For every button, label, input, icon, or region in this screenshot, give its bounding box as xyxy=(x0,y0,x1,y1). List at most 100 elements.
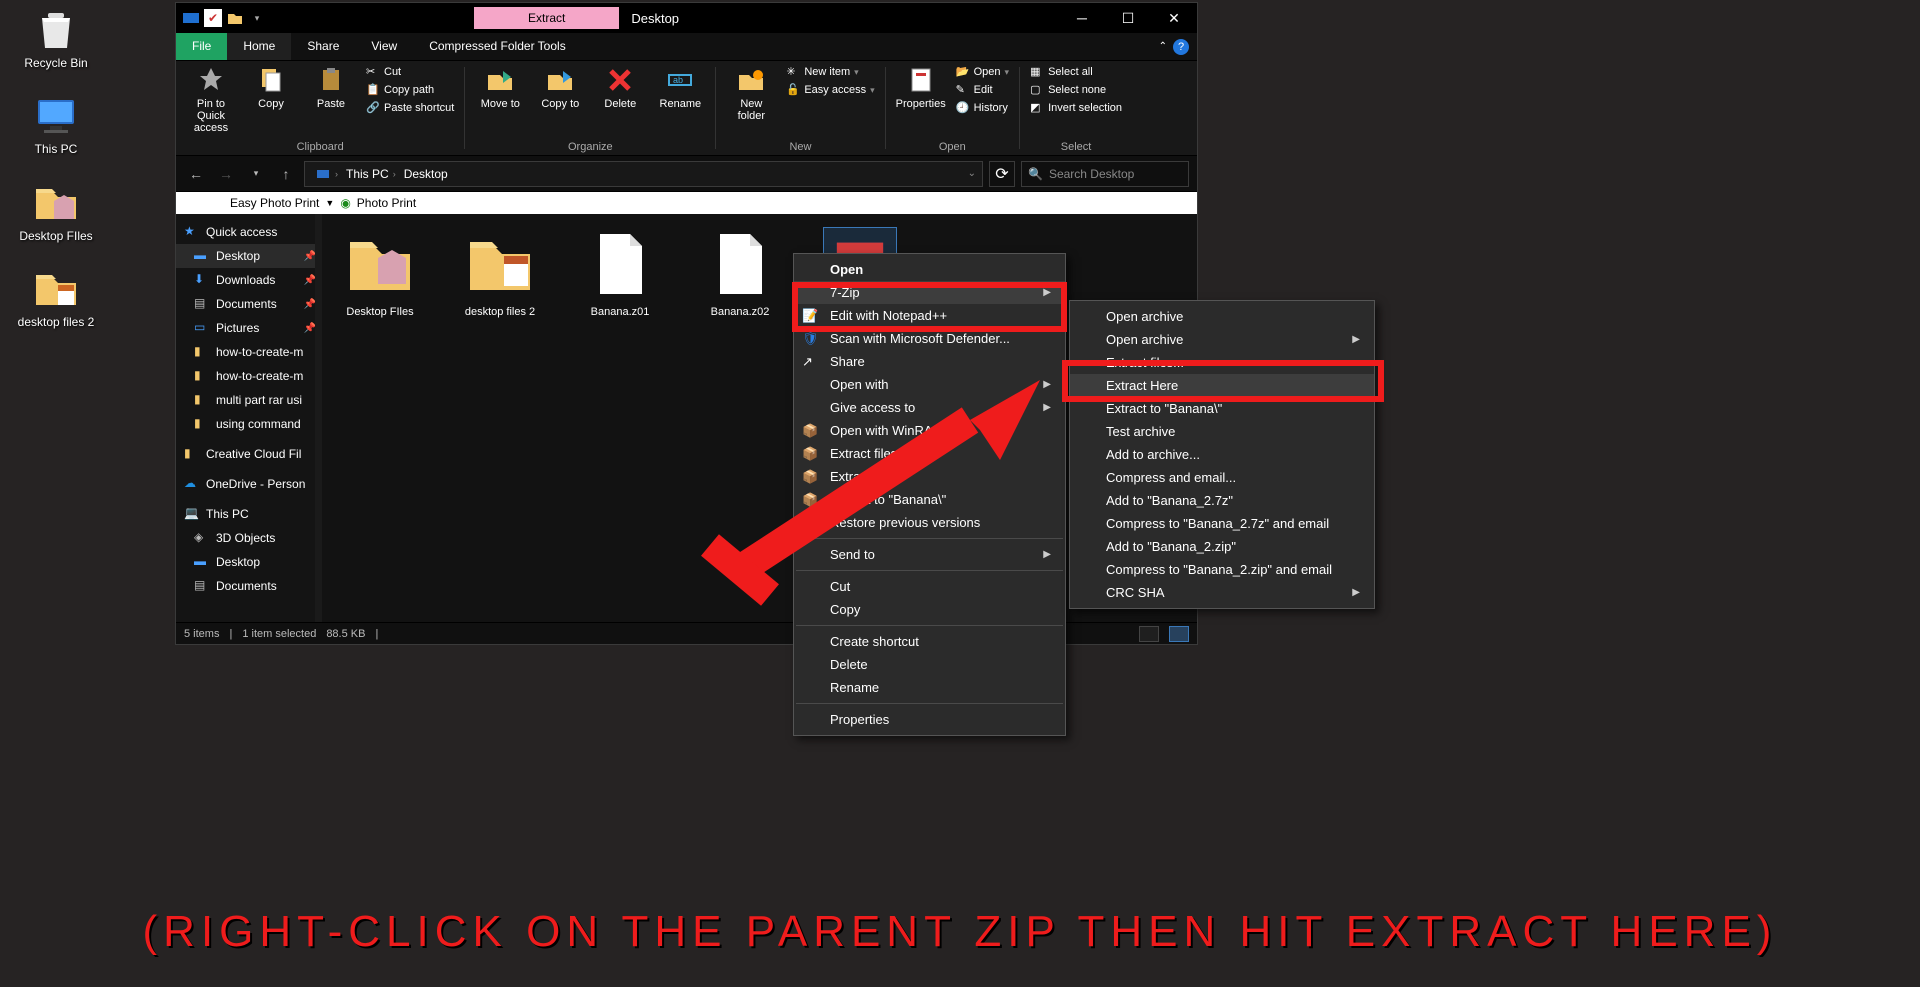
share-tab[interactable]: Share xyxy=(291,33,355,60)
newitem-button[interactable]: ✳New item ▾ xyxy=(786,65,874,79)
ctx-giveaccess[interactable]: Give access to▶ xyxy=(794,396,1065,419)
ctx2-extractto[interactable]: Extract to "Banana\" xyxy=(1070,397,1374,420)
copyto-button[interactable]: Copy to xyxy=(535,65,585,110)
nav-quick-access[interactable]: ★Quick access xyxy=(176,220,322,244)
nav-documents-2[interactable]: ▤Documents xyxy=(176,574,322,598)
recent-dropdown[interactable]: ▾ xyxy=(244,168,268,179)
ctx2-add7z[interactable]: Add to "Banana_2.7z" xyxy=(1070,489,1374,512)
ctx2-extracthere[interactable]: Extract Here xyxy=(1070,374,1374,397)
paste-shortcut-button[interactable]: 🔗Paste shortcut xyxy=(366,101,454,115)
copy-path-button[interactable]: 📋Copy path xyxy=(366,83,454,97)
ctx2-test[interactable]: Test archive xyxy=(1070,420,1374,443)
epson-easy-print[interactable]: Easy Photo Print xyxy=(230,196,319,210)
copy-button[interactable]: Copy xyxy=(246,65,296,110)
ctx-openwinrar[interactable]: 📦Open with WinRAR xyxy=(794,419,1065,442)
ctx-copy[interactable]: Copy xyxy=(794,598,1065,621)
desktop-folder-2[interactable]: desktop files 2 xyxy=(9,267,104,329)
ctx2-compressemail[interactable]: Compress and email... xyxy=(1070,466,1374,489)
ctx-extracthere[interactable]: 📦Extract Here xyxy=(794,465,1065,488)
newfolder-button[interactable]: New folder xyxy=(726,65,776,122)
ctx2-openarchive-sub[interactable]: Open archive▶ xyxy=(1070,328,1374,351)
moveto-button[interactable]: Move to xyxy=(475,65,525,110)
nav-downloads[interactable]: ⬇Downloads📌 xyxy=(176,268,322,292)
ctx-notepadpp[interactable]: 📝Edit with Notepad++ xyxy=(794,304,1065,327)
nav-folder[interactable]: ▮multi part rar usi xyxy=(176,388,322,412)
file-item[interactable]: Banana.z02 xyxy=(692,228,788,318)
file-item[interactable]: desktop files 2 xyxy=(452,228,548,318)
extract-tab[interactable]: Extract xyxy=(474,7,619,29)
pin-quick-access-button[interactable]: Pin to Quick access xyxy=(186,65,236,134)
nav-folder[interactable]: ▮how-to-create-m xyxy=(176,340,322,364)
refresh-button[interactable]: ⟳ xyxy=(989,161,1015,187)
nav-3d-objects[interactable]: ◈3D Objects xyxy=(176,526,322,550)
nav-documents[interactable]: ▤Documents📌 xyxy=(176,292,322,316)
ctx2-crc[interactable]: CRC SHA▶ xyxy=(1070,581,1374,604)
breadcrumb[interactable]: › This PC› Desktop ⌄ xyxy=(304,161,983,187)
nav-pictures[interactable]: ▭Pictures📌 xyxy=(176,316,322,340)
forward-button[interactable]: → xyxy=(214,166,238,182)
ctx-restore[interactable]: Restore previous versions xyxy=(794,511,1065,534)
view-tab[interactable]: View xyxy=(355,33,413,60)
selectall-button[interactable]: ▦Select all xyxy=(1030,65,1122,79)
ctx-open[interactable]: Open xyxy=(794,258,1065,281)
easyaccess-button[interactable]: 🔓Easy access ▾ xyxy=(786,83,874,97)
ctx2-comp7z[interactable]: Compress to "Banana_2.7z" and email xyxy=(1070,512,1374,535)
desktop-recycle-bin[interactable]: Recycle Bin xyxy=(9,8,104,70)
nav-folder[interactable]: ▮how-to-create-m xyxy=(176,364,322,388)
nav-creative-cloud[interactable]: ▮Creative Cloud Fil xyxy=(176,442,322,466)
file-item[interactable]: Banana.z01 xyxy=(572,228,668,318)
up-button[interactable]: ↑ xyxy=(274,166,298,182)
desktop-folder-1[interactable]: Desktop FIles xyxy=(9,181,104,243)
delete-button[interactable]: Delete xyxy=(595,65,645,110)
ctx-7zip[interactable]: 7-Zip▶ xyxy=(794,281,1065,304)
ctx-defender[interactable]: 🛡Scan with Microsoft Defender... xyxy=(794,327,1065,350)
maximize-button[interactable]: ☐ xyxy=(1105,3,1151,33)
ctx2-openarchive[interactable]: Open archive xyxy=(1070,305,1374,328)
file-tab[interactable]: File xyxy=(176,33,227,60)
paste-button[interactable]: Paste xyxy=(306,65,356,110)
history-button[interactable]: 🕘History xyxy=(956,101,1009,115)
edit-button[interactable]: ✎Edit xyxy=(956,83,1009,97)
search-input[interactable]: 🔍 Search Desktop xyxy=(1021,161,1189,187)
selectnone-button[interactable]: ▢Select none xyxy=(1030,83,1122,97)
breadcrumb-seg[interactable]: Desktop xyxy=(404,167,448,181)
ctx2-addzip[interactable]: Add to "Banana_2.zip" xyxy=(1070,535,1374,558)
open-button[interactable]: 📂Open ▾ xyxy=(956,65,1009,79)
compressed-tools-tab[interactable]: Compressed Folder Tools xyxy=(413,33,582,60)
ctx-extractto[interactable]: 📦Extract to "Banana\" xyxy=(794,488,1065,511)
ctx-properties[interactable]: Properties xyxy=(794,708,1065,731)
breadcrumb-seg[interactable]: This PC xyxy=(346,167,389,181)
ctx-createshortcut[interactable]: Create shortcut xyxy=(794,630,1065,653)
close-button[interactable]: ✕ xyxy=(1151,3,1197,33)
ctx-openwith[interactable]: Open with▶ xyxy=(794,373,1065,396)
nav-onedrive[interactable]: ☁OneDrive - Person xyxy=(176,472,322,496)
ctx-rename[interactable]: Rename xyxy=(794,676,1065,699)
nav-desktop[interactable]: ▬Desktop📌 xyxy=(176,244,322,268)
help-icon[interactable]: ? xyxy=(1173,39,1189,55)
nav-folder[interactable]: ▮using command xyxy=(176,412,322,436)
file-item[interactable]: Desktop FIles xyxy=(332,228,428,318)
nav-desktop-2[interactable]: ▬Desktop xyxy=(176,550,322,574)
ctx-cut[interactable]: Cut xyxy=(794,575,1065,598)
qat-dropdown-icon[interactable]: ▾ xyxy=(248,9,266,27)
properties-button[interactable]: Properties xyxy=(896,65,946,110)
ctx-sendto[interactable]: Send to▶ xyxy=(794,543,1065,566)
desktop-this-pc[interactable]: This PC xyxy=(9,94,104,156)
qat-newfolder-icon[interactable] xyxy=(226,9,244,27)
ctx2-compzip[interactable]: Compress to "Banana_2.zip" and email xyxy=(1070,558,1374,581)
invertsel-button[interactable]: ◩Invert selection xyxy=(1030,101,1122,115)
back-button[interactable]: ← xyxy=(184,166,208,182)
ctx-share[interactable]: ↗Share xyxy=(794,350,1065,373)
details-view-button[interactable] xyxy=(1139,626,1159,642)
ctx2-extractfiles[interactable]: Extract files... xyxy=(1070,351,1374,374)
ctx-delete[interactable]: Delete xyxy=(794,653,1065,676)
home-tab[interactable]: Home xyxy=(227,33,291,60)
minimize-button[interactable]: ─ xyxy=(1059,3,1105,33)
ctx-extractfiles[interactable]: 📦Extract files... xyxy=(794,442,1065,465)
rename-button[interactable]: abRename xyxy=(655,65,705,110)
ctx2-addarchive[interactable]: Add to archive... xyxy=(1070,443,1374,466)
epson-photo-print[interactable]: Photo Print xyxy=(357,196,416,210)
qat-properties-icon[interactable]: ✔ xyxy=(204,9,222,27)
cut-button[interactable]: ✂Cut xyxy=(366,65,454,79)
icons-view-button[interactable] xyxy=(1169,626,1189,642)
